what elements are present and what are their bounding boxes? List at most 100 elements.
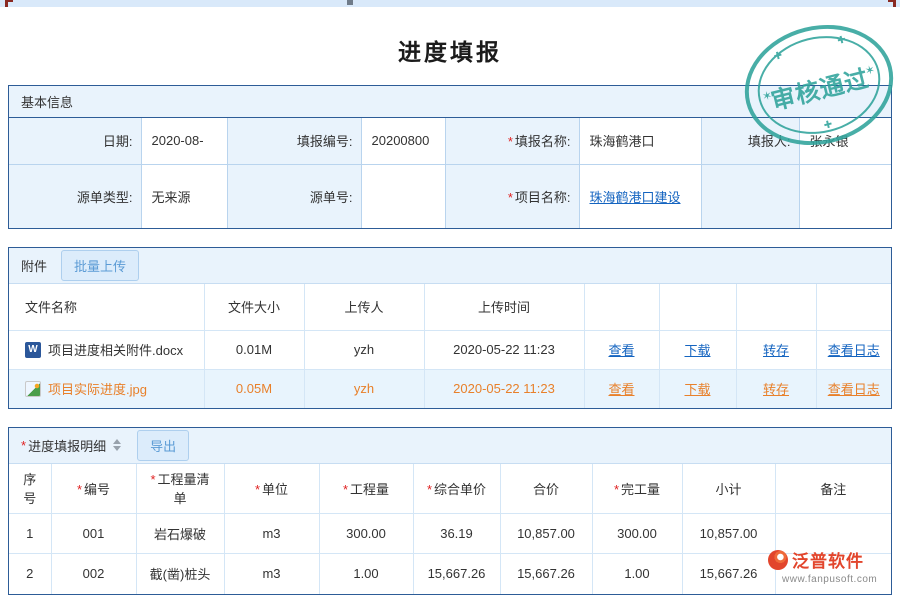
- report-no-label: 填报编号:: [227, 118, 361, 164]
- column-header: *编号: [51, 464, 136, 514]
- action-cell: 下载: [659, 369, 736, 408]
- detail-cell: 001: [51, 514, 136, 554]
- basic-info-title: 基本信息: [21, 92, 73, 111]
- action-cell: 查看日志: [816, 330, 891, 369]
- attachments-header: 附件 批量上传: [9, 248, 891, 284]
- column-header-file-name: 文件名称: [9, 284, 204, 330]
- detail-cell: 2: [9, 554, 51, 594]
- uploader: yzh: [304, 369, 424, 408]
- page: 进度填报 审核通过 基本信息 日期: 2020-08- 填报编号: 202008…: [0, 0, 900, 600]
- action-column-header: [584, 284, 659, 330]
- detail-header-row: 序号*编号*工程量清单*单位*工程量*综合单价合价*完工量小计备注: [9, 464, 891, 514]
- file-name-cell: 项目实际进度.jpg: [9, 369, 204, 408]
- detail-table: 序号*编号*工程量清单*单位*工程量*综合单价合价*完工量小计备注 1001岩石…: [9, 464, 891, 594]
- report-no-value[interactable]: 20200800: [361, 118, 445, 164]
- source-no-value[interactable]: [361, 164, 445, 228]
- report-name-label: *填报名称:: [445, 118, 579, 164]
- detail-cell: 1.00: [592, 554, 682, 594]
- report-name-value[interactable]: 珠海鹤港口: [579, 118, 701, 164]
- vendor-url: www.fanpusoft.com: [782, 574, 877, 585]
- action-column-header: [736, 284, 816, 330]
- view-link[interactable]: 查看: [608, 382, 634, 397]
- view-log-link[interactable]: 查看日志: [828, 343, 880, 358]
- source-type-value[interactable]: 无来源: [141, 164, 227, 228]
- column-header: 合价: [500, 464, 592, 514]
- detail-cell: 截(凿)桩头: [136, 554, 224, 594]
- attachments-section: 附件 批量上传 文件名称 文件大小 上传人 上传时间 W项目: [8, 247, 892, 409]
- action-column-header: [659, 284, 736, 330]
- view-log-link[interactable]: 查看日志: [828, 382, 880, 397]
- file-name: 项目进度相关附件.docx: [48, 340, 183, 359]
- action-column-header: [816, 284, 891, 330]
- source-type-label: 源单类型:: [9, 164, 141, 228]
- basic-info-header: 基本信息: [9, 86, 891, 118]
- attachment-row[interactable]: W 项目进度相关附件.docx 0.01Myzh2020-05-22 11:23 查看…: [9, 330, 891, 369]
- project-name-value: 珠海鹤港口建设: [579, 164, 701, 228]
- column-header: 备注: [775, 464, 891, 514]
- column-header: *工程量清单: [136, 464, 224, 514]
- action-cell: 转存: [736, 369, 816, 408]
- detail-cell: 300.00: [319, 514, 413, 554]
- column-header-uploader: 上传人: [304, 284, 424, 330]
- detail-row[interactable]: 2002截(凿)桩头m31.0015,667.2615,667.261.0015…: [9, 554, 891, 594]
- column-header: *综合单价: [413, 464, 500, 514]
- attachments-header-row: 文件名称 文件大小 上传人 上传时间: [9, 284, 891, 330]
- crop-artifact: [5, 0, 13, 7]
- detail-cell: 10,857.00: [500, 514, 592, 554]
- vendor-brand: 泛普软件: [792, 547, 864, 572]
- detail-row[interactable]: 1001岩石爆破m3300.0036.1910,857.00300.0010,8…: [9, 514, 891, 554]
- attachment-row[interactable]: 项目实际进度.jpg 0.05Myzh2020-05-22 11:23 查看 下载 转存…: [9, 369, 891, 408]
- required-asterisk: *: [508, 190, 513, 205]
- image-file-icon: [25, 381, 41, 397]
- upload-time: 2020-05-22 11:23: [424, 330, 584, 369]
- download-link[interactable]: 下载: [684, 382, 710, 397]
- attachments-body: W 项目进度相关附件.docx 0.01Myzh2020-05-22 11:23 查看…: [9, 330, 891, 408]
- required-asterisk: *: [77, 482, 82, 497]
- required-asterisk: *: [427, 482, 432, 497]
- action-cell: 查看: [584, 369, 659, 408]
- detail-body: 1001岩石爆破m3300.0036.1910,857.00300.0010,8…: [9, 514, 891, 594]
- attachments-table: 文件名称 文件大小 上传人 上传时间 W 项目进度相关附件.docx 0.01Myz…: [9, 284, 891, 408]
- file-name-cell: W 项目进度相关附件.docx: [9, 330, 204, 369]
- detail-cell: 岩石爆破: [136, 514, 224, 554]
- detail-cell: 10,857.00: [682, 514, 775, 554]
- transfer-link[interactable]: 转存: [763, 343, 789, 358]
- detail-cell: 1.00: [319, 554, 413, 594]
- required-asterisk: *: [21, 438, 26, 453]
- column-header: *完工量: [592, 464, 682, 514]
- file-name: 项目实际进度.jpg: [48, 379, 147, 398]
- detail-cell: m3: [224, 514, 319, 554]
- project-link[interactable]: 珠海鹤港口建设: [590, 190, 681, 205]
- detail-cell: 15,667.26: [682, 554, 775, 594]
- action-cell: 查看日志: [816, 369, 891, 408]
- transfer-link[interactable]: 转存: [763, 382, 789, 397]
- detail-cell: m3: [224, 554, 319, 594]
- view-link[interactable]: 查看: [608, 343, 634, 358]
- page-title: 进度填报: [0, 7, 900, 85]
- sort-toggle[interactable]: [113, 439, 121, 451]
- file-size: 0.01M: [204, 330, 304, 369]
- detail-cell: 36.19: [413, 514, 500, 554]
- date-value[interactable]: 2020-08-: [141, 118, 227, 164]
- required-asterisk: *: [255, 482, 260, 497]
- required-asterisk: *: [343, 482, 348, 497]
- download-link[interactable]: 下载: [684, 343, 710, 358]
- column-header-upload-time: 上传时间: [424, 284, 584, 330]
- crop-artifact: [888, 0, 896, 7]
- upload-time: 2020-05-22 11:23: [424, 369, 584, 408]
- uploader: yzh: [304, 330, 424, 369]
- batch-upload-button[interactable]: 批量上传: [61, 250, 139, 281]
- detail-cell: 15,667.26: [500, 554, 592, 594]
- basic-info-table: 日期: 2020-08- 填报编号: 20200800 *填报名称: 珠海鹤港口…: [9, 118, 891, 228]
- reporter-value[interactable]: 张永银: [799, 118, 891, 164]
- empty-label-cell: [701, 164, 799, 228]
- file-size: 0.05M: [204, 369, 304, 408]
- action-cell: 下载: [659, 330, 736, 369]
- export-button[interactable]: 导出: [137, 430, 189, 461]
- column-header: 序号: [9, 464, 51, 514]
- word-file-icon: W: [25, 342, 41, 358]
- date-label: 日期:: [9, 118, 141, 164]
- detail-header: * 进度填报明细 导出: [9, 428, 891, 464]
- column-header: 小计: [682, 464, 775, 514]
- attachments-title: 附件: [21, 256, 47, 275]
